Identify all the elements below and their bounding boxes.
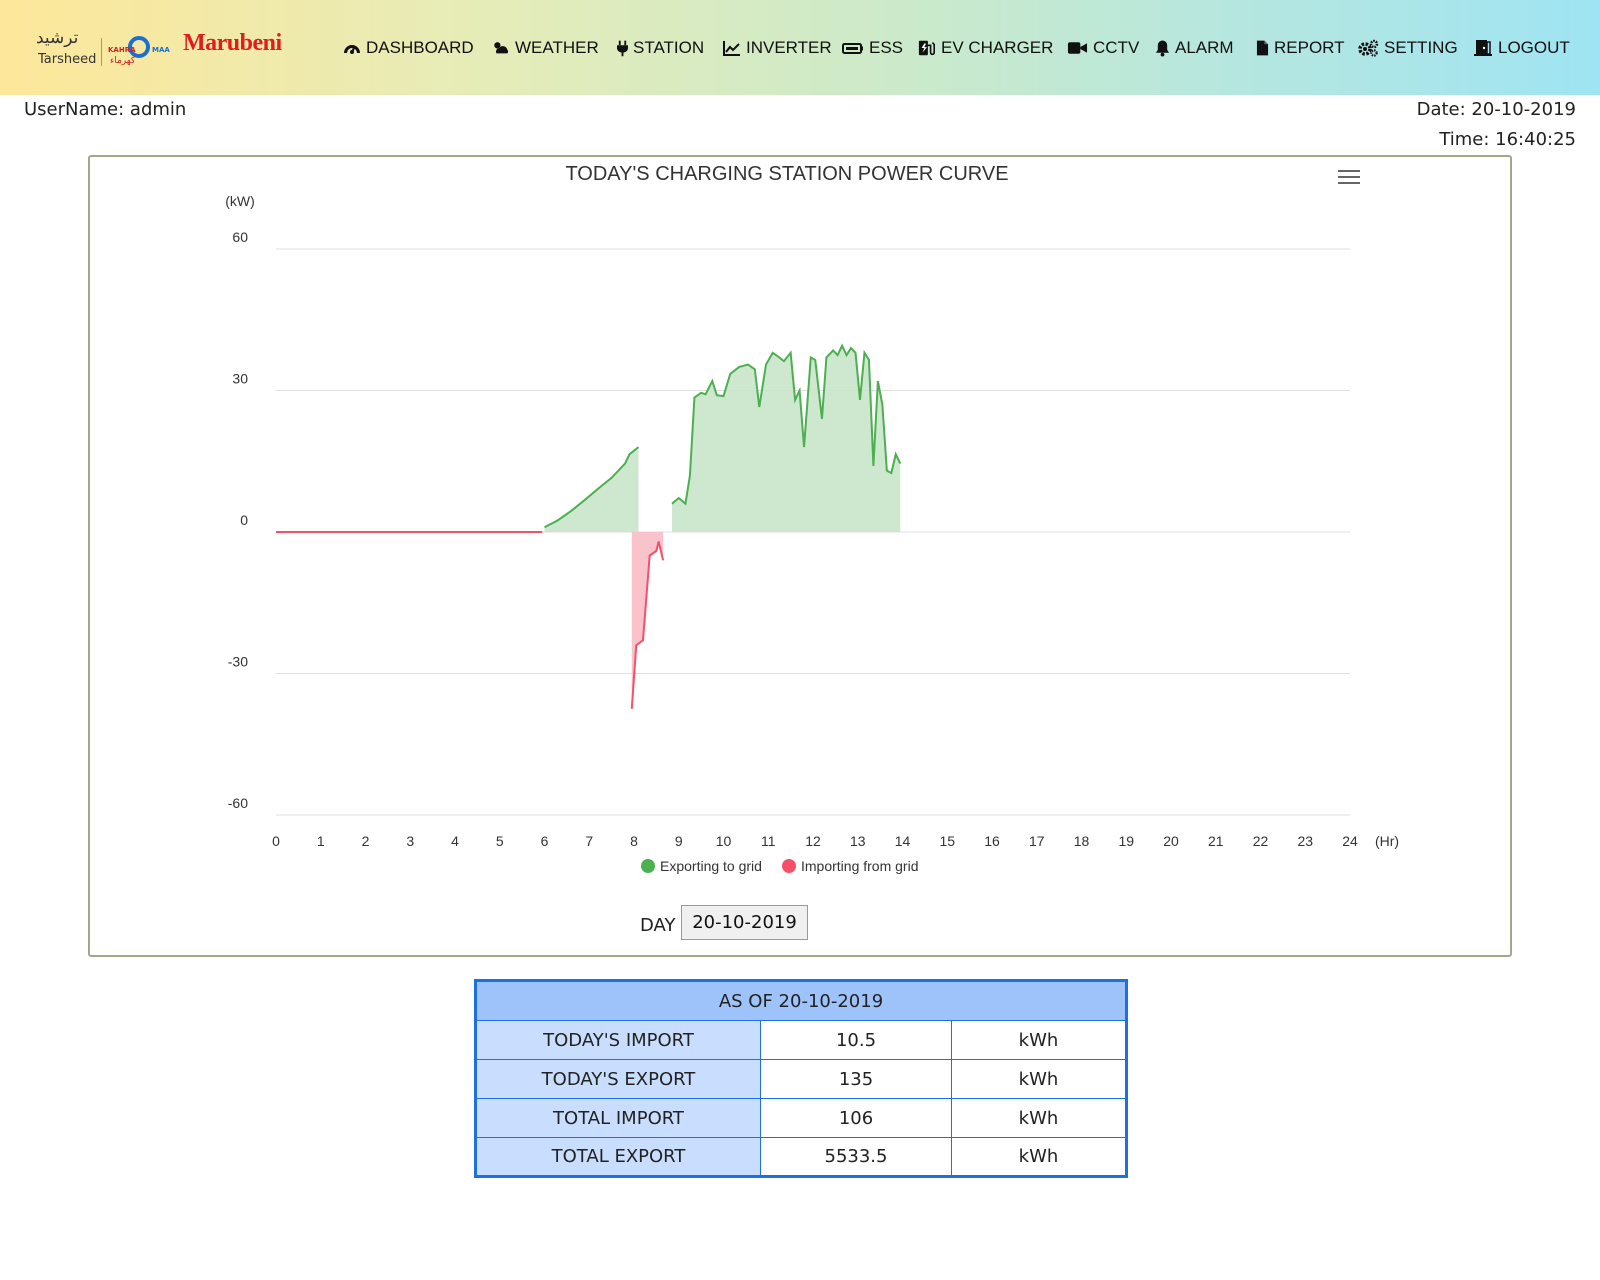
y-axis-unit-label: (kW) [225, 193, 255, 209]
x-tick-label: 24 [1342, 833, 1358, 849]
y-tick-label: -30 [228, 654, 248, 670]
energy-summary-table: AS OF 20-10-2019 TODAY'S IMPORT 10.5 kWh… [474, 979, 1128, 1178]
summary-row-unit: kWh [951, 1098, 1127, 1138]
table-row: TODAY'S EXPORT 135 kWh [475, 1059, 1127, 1099]
x-tick-label: 16 [984, 833, 1000, 849]
day-date-input[interactable]: 20-10-2019 [681, 905, 808, 940]
table-row: TOTAL IMPORT 106 kWh [475, 1098, 1127, 1138]
x-tick-label: 19 [1118, 833, 1134, 849]
x-tick-label: 20 [1163, 833, 1179, 849]
x-tick-label: 4 [451, 833, 459, 849]
power-curve-chart: TODAY'S CHARGING STATION POWER CURVE (kW)… [225, 163, 1399, 874]
x-tick-label: 1 [317, 833, 325, 849]
chart-menu-icon[interactable] [1338, 170, 1360, 186]
summary-row-value: 135 [760, 1059, 952, 1099]
x-tick-label: 18 [1074, 833, 1090, 849]
summary-row-value: 5533.5 [760, 1137, 952, 1177]
summary-row-label: TODAY'S EXPORT [475, 1059, 761, 1099]
y-tick-label: -60 [228, 795, 248, 811]
summary-row-label: TOTAL IMPORT [475, 1098, 761, 1138]
summary-row-label: TOTAL EXPORT [475, 1137, 761, 1177]
x-tick-label: 7 [585, 833, 593, 849]
summary-row-value: 106 [760, 1098, 952, 1138]
summary-row-unit: kWh [951, 1020, 1127, 1060]
x-tick-label: 21 [1208, 833, 1224, 849]
series-area-import [631, 532, 664, 709]
x-tick-label: 17 [1029, 833, 1045, 849]
x-tick-label: 13 [850, 833, 866, 849]
x-tick-label: 10 [716, 833, 732, 849]
legend-marker [782, 859, 796, 873]
x-tick-label: 22 [1253, 833, 1269, 849]
x-tick-label: 9 [675, 833, 683, 849]
x-tick-label: 6 [541, 833, 549, 849]
day-label: DAY [640, 915, 676, 936]
x-tick-label: 14 [895, 833, 911, 849]
summary-row-value: 10.5 [760, 1020, 952, 1060]
x-tick-label: 8 [630, 833, 638, 849]
y-tick-label: 60 [232, 229, 248, 245]
legend-label: Exporting to grid [660, 858, 762, 874]
x-tick-label: 3 [406, 833, 414, 849]
table-row: TOTAL EXPORT 5533.5 kWh [475, 1137, 1127, 1177]
x-tick-label: 5 [496, 833, 504, 849]
chart-title: TODAY'S CHARGING STATION POWER CURVE [565, 163, 1008, 185]
summary-header-row: AS OF 20-10-2019 [475, 980, 1127, 1021]
summary-header: AS OF 20-10-2019 [475, 980, 1127, 1021]
legend-marker [641, 859, 655, 873]
x-axis-unit-label: (Hr) [1375, 833, 1399, 849]
x-tick-label: 15 [939, 833, 955, 849]
x-tick-label: 12 [805, 833, 821, 849]
x-tick-label: 11 [761, 833, 776, 849]
y-tick-label: 0 [240, 512, 248, 528]
legend-label: Importing from grid [801, 858, 918, 874]
table-row: TODAY'S IMPORT 10.5 kWh [475, 1020, 1127, 1060]
summary-row-unit: kWh [951, 1059, 1127, 1099]
summary-row-label: TODAY'S IMPORT [475, 1020, 761, 1060]
summary-row-unit: kWh [951, 1137, 1127, 1177]
y-tick-label: 30 [232, 371, 248, 387]
x-tick-label: 23 [1297, 833, 1313, 849]
x-tick-label: 2 [362, 833, 370, 849]
x-tick-label: 0 [272, 833, 280, 849]
series-area-export [672, 345, 901, 532]
